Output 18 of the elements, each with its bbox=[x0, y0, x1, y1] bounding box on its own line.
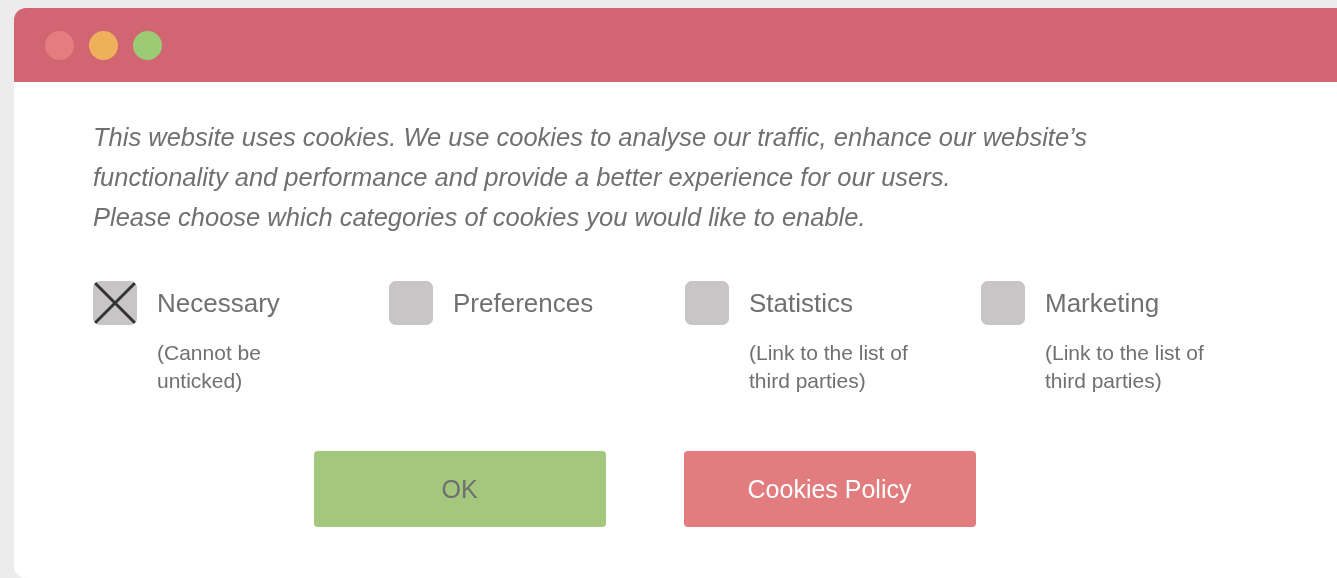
checkbox-note: (Link to the list of third parties) bbox=[1045, 340, 1205, 394]
minimize-icon[interactable] bbox=[89, 30, 118, 60]
checkbox[interactable] bbox=[93, 281, 137, 325]
cookies-policy-button[interactable]: Cookies Policy bbox=[683, 451, 976, 527]
message-text: Please choose which categories of cookies you would like to enable. bbox=[93, 202, 867, 233]
checkbox-note: (Cannot be unticked) bbox=[157, 340, 262, 394]
message-text: This website uses cookies. We use cookies to analyse our traffic, enhance our website’s bbox=[93, 122, 1089, 153]
checkbox-label: Marketing bbox=[1045, 287, 1160, 319]
message-text: functionality and performance and provide a better experience for our users. bbox=[93, 162, 952, 193]
checkbox-note: (Link to the list of third parties) bbox=[749, 340, 909, 394]
ok-button[interactable]: OK bbox=[313, 451, 606, 527]
maximize-icon[interactable] bbox=[133, 30, 162, 60]
checkbox-label: Preferences bbox=[453, 287, 594, 319]
checkbox[interactable] bbox=[981, 281, 1025, 325]
checkbox-label: Statistics bbox=[749, 287, 854, 319]
checkbox[interactable] bbox=[389, 281, 433, 325]
checkbox[interactable] bbox=[685, 281, 729, 325]
checkbox-label: Necessary bbox=[157, 287, 280, 319]
